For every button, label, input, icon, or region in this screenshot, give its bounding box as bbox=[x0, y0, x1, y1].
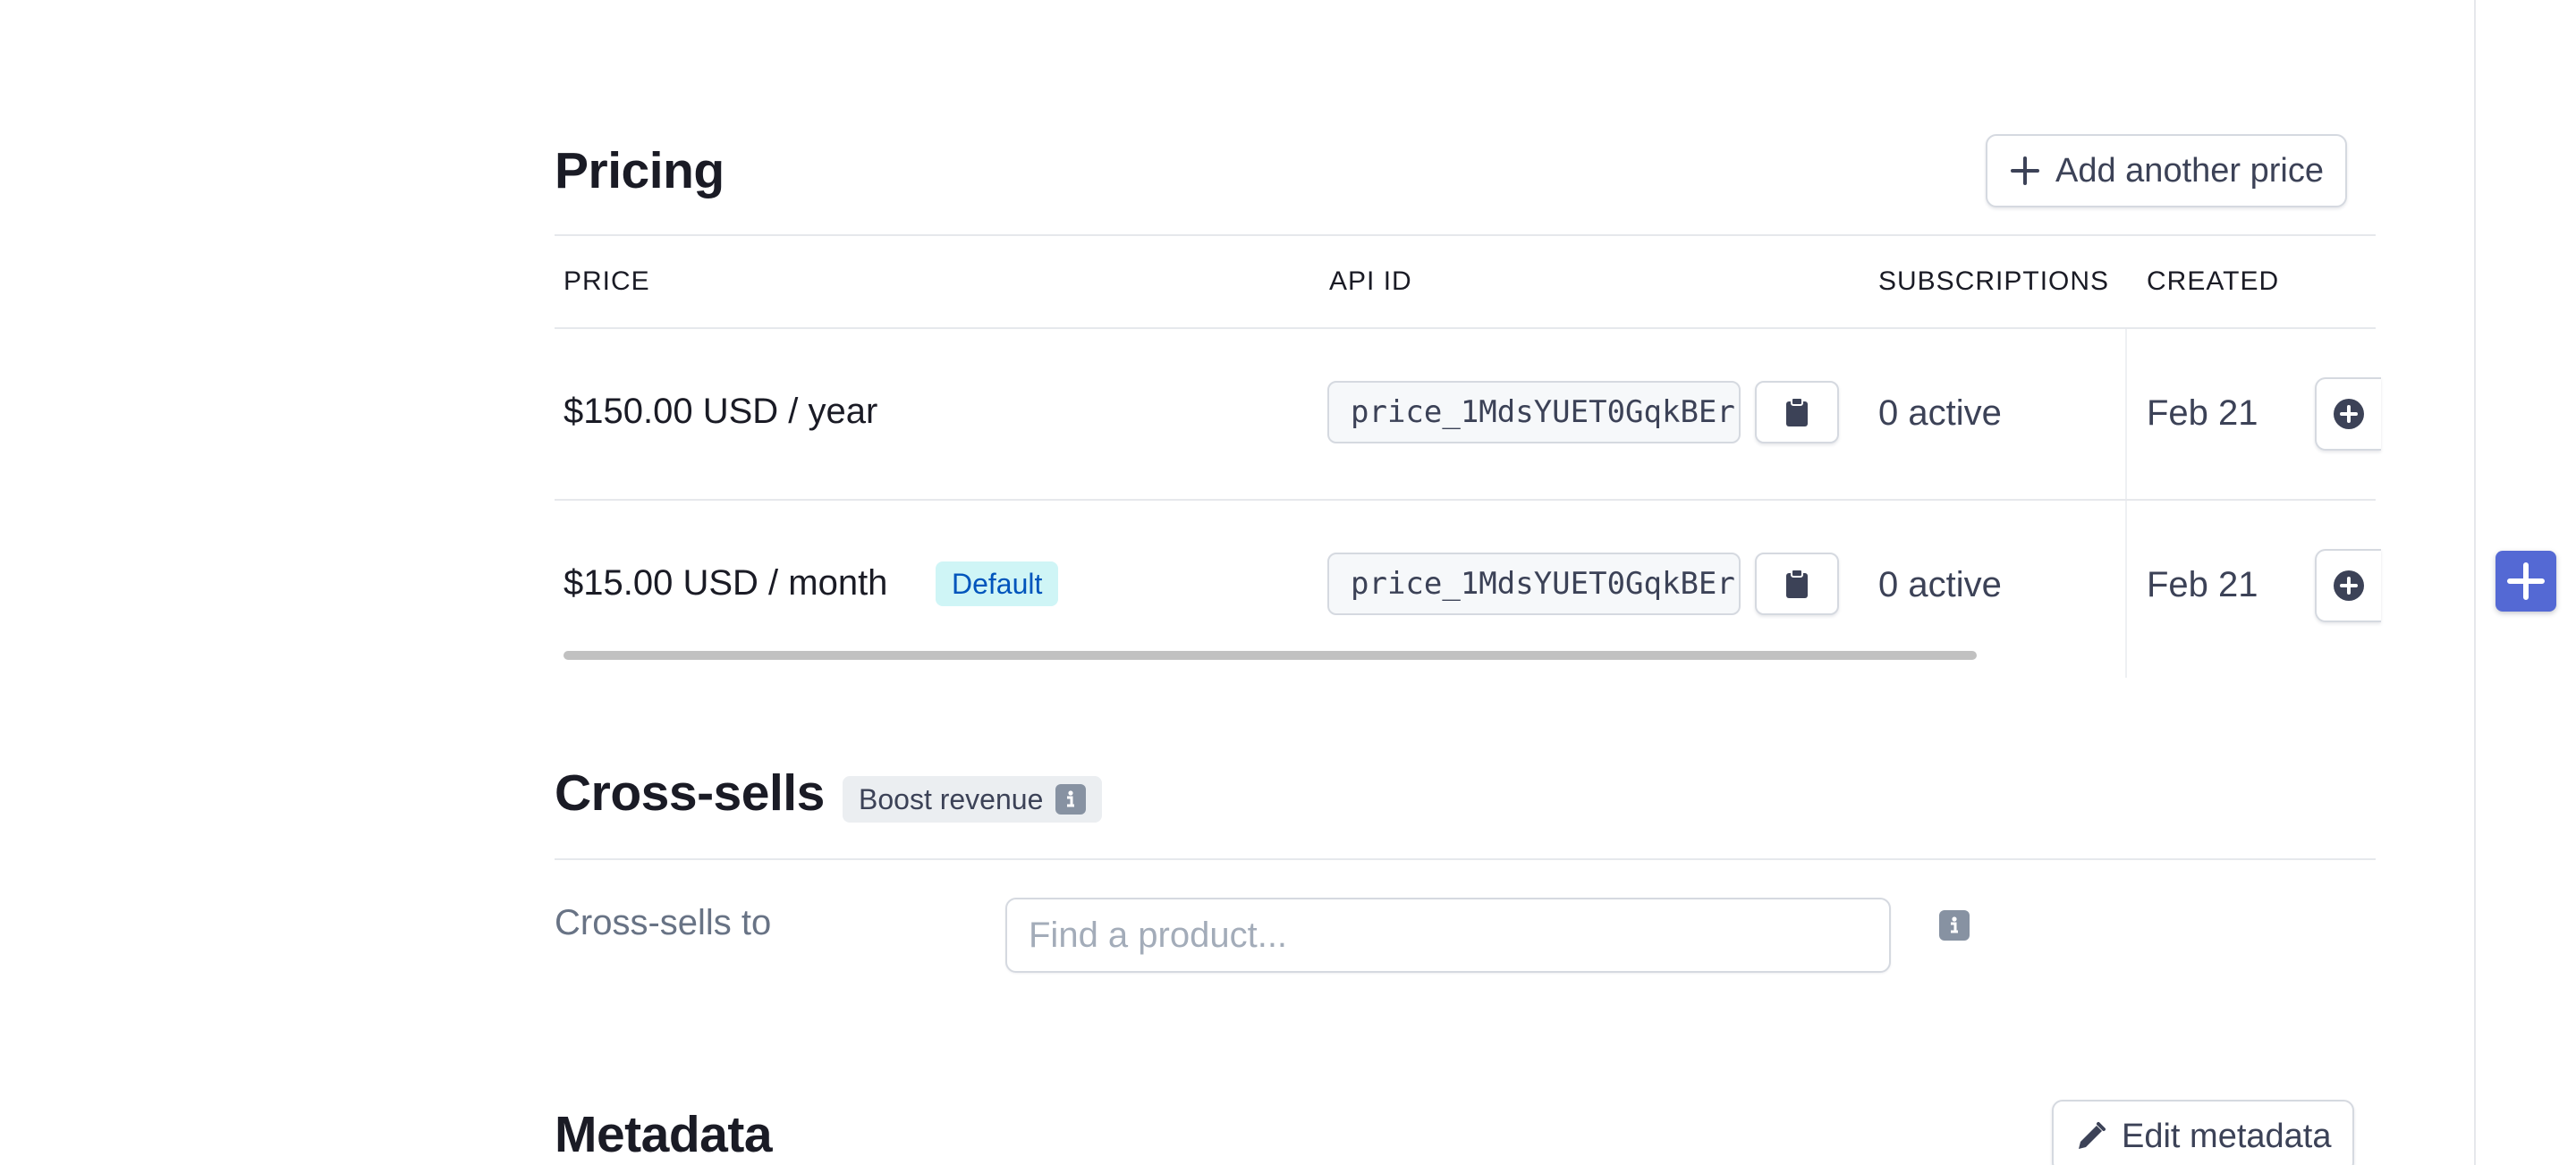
edit-metadata-button[interactable]: Edit metadata bbox=[2052, 1100, 2355, 1165]
plus-circle-icon bbox=[2334, 399, 2364, 429]
add-another-price-label: Add another price bbox=[2055, 151, 2324, 190]
row-divider bbox=[555, 499, 2376, 501]
subscriptions-count: 0 active bbox=[1878, 565, 2002, 604]
cross-sells-to-label: Cross-sells to bbox=[555, 903, 772, 942]
api-id-field[interactable]: price_1MdsYUET0GqkBEr bbox=[1327, 381, 1741, 443]
clipboard-icon bbox=[1786, 397, 1808, 426]
row-actions-button[interactable] bbox=[2315, 549, 2381, 622]
row-actions-button[interactable] bbox=[2315, 377, 2381, 451]
main-content: Pricing Add another price PRICE API ID S… bbox=[555, 0, 2381, 1165]
copy-api-id-button[interactable] bbox=[1755, 381, 1839, 443]
subscriptions-count: 0 active bbox=[1878, 393, 2002, 433]
default-badge: Default bbox=[936, 561, 1059, 606]
pencil-icon bbox=[2079, 1122, 2106, 1149]
pricing-divider bbox=[555, 234, 2376, 236]
table-horizontal-scrollbar[interactable] bbox=[564, 651, 1977, 660]
price-value: $150.00 USD / year bbox=[564, 392, 878, 431]
info-icon bbox=[1055, 784, 1087, 815]
info-icon[interactable] bbox=[1939, 910, 1970, 941]
cross-sells-divider bbox=[555, 858, 2376, 860]
clipboard-icon bbox=[1786, 569, 1808, 598]
created-date: Feb 21 bbox=[2147, 565, 2258, 604]
plus-icon bbox=[2011, 156, 2039, 185]
cross-sells-title: Cross-sells bbox=[555, 764, 825, 822]
plus-circle-icon bbox=[2334, 570, 2364, 601]
quick-add-button[interactable] bbox=[2496, 551, 2556, 612]
column-header-price[interactable]: PRICE bbox=[564, 266, 650, 297]
api-id-field[interactable]: price_1MdsYUET0GqkBEr bbox=[1327, 553, 1741, 615]
product-search-input[interactable] bbox=[1005, 898, 1891, 973]
pricing-title: Pricing bbox=[555, 142, 724, 199]
metadata-title: Metadata bbox=[555, 1106, 773, 1163]
copy-api-id-button[interactable] bbox=[1755, 553, 1839, 615]
column-header-subscriptions[interactable]: SUBSCRIPTIONS bbox=[1878, 266, 2109, 297]
column-header-created[interactable]: CREATED bbox=[2147, 266, 2279, 297]
add-another-price-button[interactable]: Add another price bbox=[1986, 134, 2347, 207]
price-value: $15.00 USD / month bbox=[564, 563, 888, 603]
page: Pricing Add another price PRICE API ID S… bbox=[0, 0, 2576, 1165]
edit-metadata-label: Edit metadata bbox=[2122, 1117, 2332, 1155]
boost-revenue-label: Boost revenue bbox=[859, 782, 1044, 815]
created-date: Feb 21 bbox=[2147, 393, 2258, 433]
plus-icon bbox=[2507, 562, 2545, 600]
boost-revenue-badge[interactable]: Boost revenue bbox=[843, 776, 1103, 823]
table-header-divider bbox=[555, 327, 2376, 329]
column-header-api-id[interactable]: API ID bbox=[1329, 266, 1412, 297]
